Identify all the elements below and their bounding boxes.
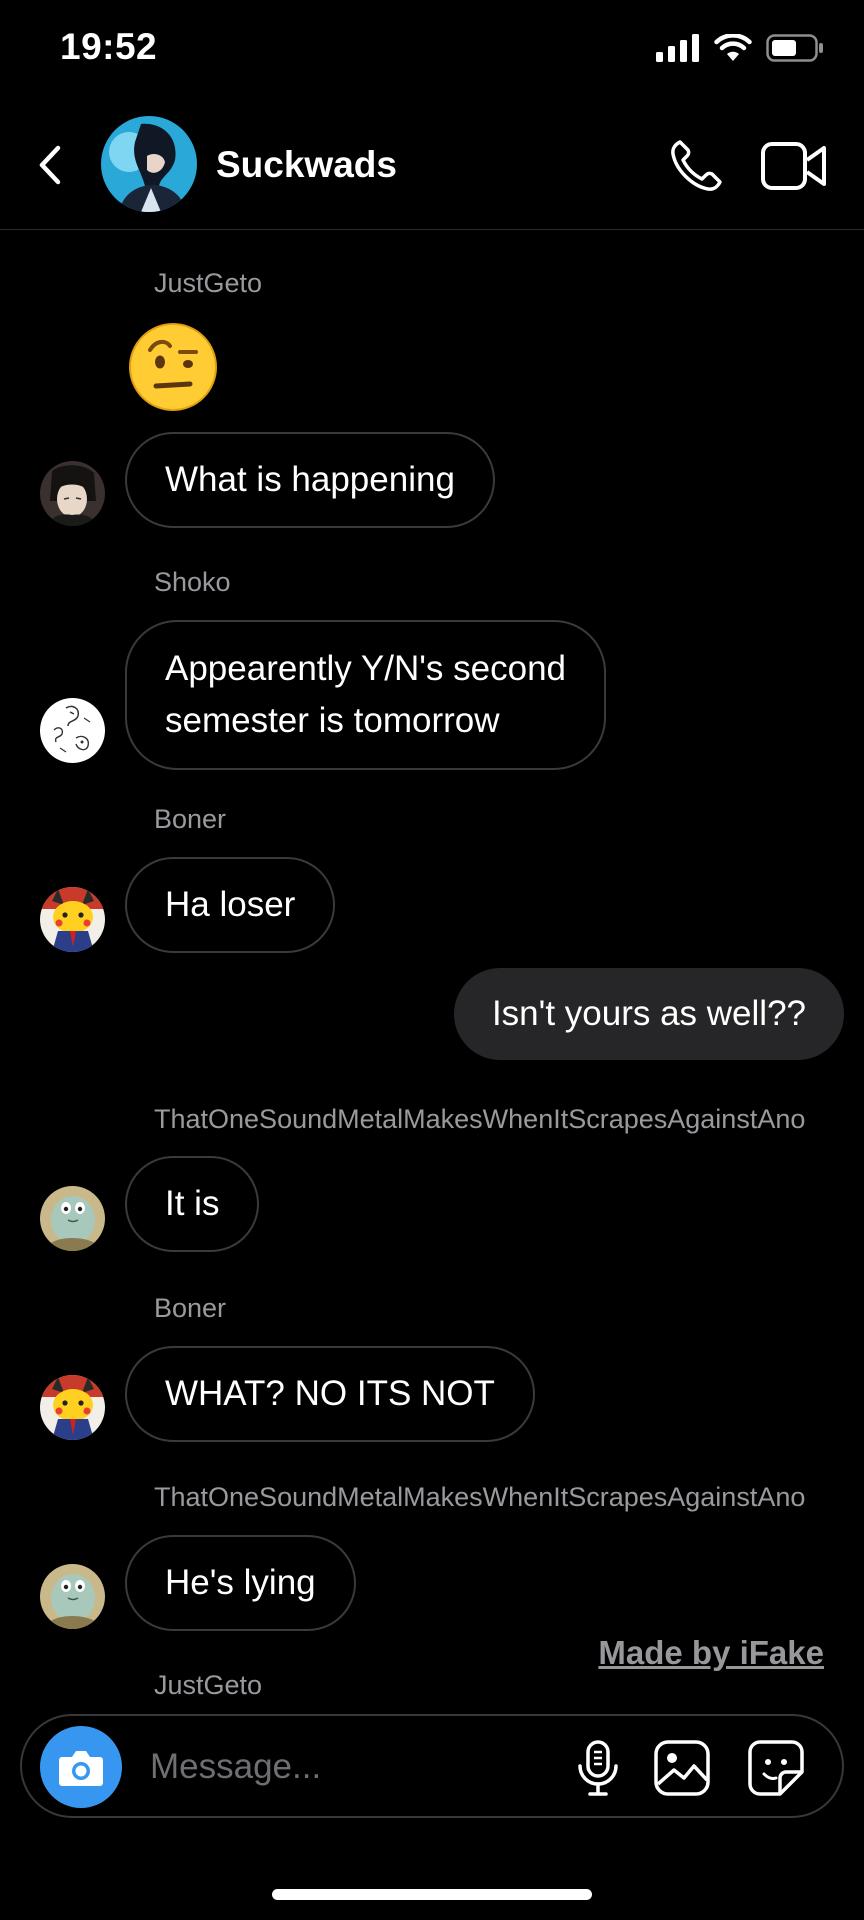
avatar-shoko[interactable] — [40, 698, 105, 763]
chat-title[interactable]: Suckwads — [216, 144, 397, 186]
message-bubble[interactable]: Appearently Y/N's second semester is tom… — [125, 620, 606, 770]
sticker-icon[interactable] — [746, 1738, 806, 1798]
microphone-icon[interactable] — [568, 1738, 628, 1798]
cellular-signal-icon — [656, 34, 699, 62]
sender-name: Boner — [154, 804, 227, 834]
gallery-image-icon[interactable] — [652, 1738, 712, 1798]
my-message-bubble[interactable]: Isn't yours as well?? — [453, 968, 844, 1060]
battery-icon — [766, 34, 823, 62]
watermark-link[interactable]: Made by iFake — [598, 1634, 824, 1672]
camera-icon — [59, 1751, 103, 1786]
phone-call-icon[interactable] — [666, 136, 726, 196]
status-bar: 19:52 — [0, 0, 864, 100]
message-line: Appearently Y/N's second — [165, 649, 566, 688]
message-bubble[interactable]: It is — [125, 1156, 260, 1252]
avatar-boner[interactable] — [40, 887, 105, 952]
avatar-thatonesound[interactable] — [40, 1186, 105, 1251]
message-bubble[interactable]: What is happening — [125, 432, 495, 528]
group-avatar[interactable] — [101, 116, 197, 212]
status-icons — [656, 30, 824, 66]
message-line: semester is tomorrow — [165, 701, 500, 740]
sender-name: JustGeto — [154, 268, 263, 298]
home-indicator[interactable] — [272, 1889, 592, 1900]
avatar-thatonesound[interactable] — [40, 1564, 105, 1629]
avatar-justgeto[interactable] — [40, 461, 105, 526]
message-input[interactable] — [150, 1742, 570, 1792]
sender-name: ThatOneSoundMetalMakesWhenItScrapesAgain… — [154, 1104, 806, 1134]
face-with-raised-eyebrow-icon — [129, 323, 217, 411]
sender-name: Shoko — [154, 567, 231, 597]
avatar-boner[interactable] — [40, 1375, 105, 1440]
message-bubble[interactable]: WHAT? NO ITS NOT — [125, 1346, 535, 1442]
camera-button[interactable] — [40, 1726, 122, 1808]
sender-name: ThatOneSoundMetalMakesWhenItScrapesAgain… — [154, 1482, 806, 1512]
chat-header: Suckwads — [0, 100, 864, 230]
back-chevron-icon[interactable] — [30, 140, 70, 190]
message-bubble[interactable]: Ha loser — [125, 857, 336, 953]
video-call-icon[interactable] — [760, 138, 828, 194]
status-time: 19:52 — [60, 26, 158, 67]
wifi-icon — [714, 34, 752, 61]
message-bubble[interactable]: He's lying — [125, 1535, 356, 1631]
sender-name: JustGeto — [154, 1670, 263, 1700]
sender-name: Boner — [154, 1293, 227, 1323]
message-composer — [20, 1714, 844, 1818]
